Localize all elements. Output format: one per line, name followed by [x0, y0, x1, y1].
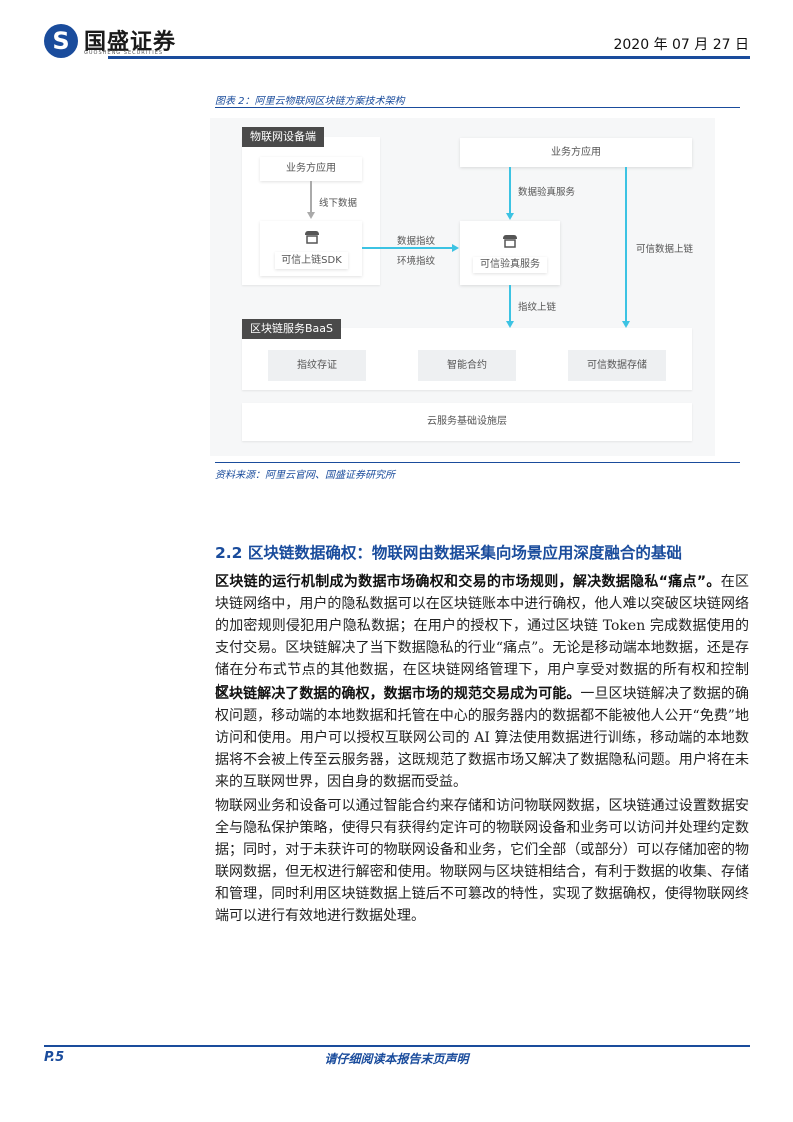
baas-item: 智能合约 [418, 350, 516, 381]
baas-item: 可信数据存储 [568, 350, 666, 381]
paragraph: 区块链解决了数据的确权，数据市场的规范交易成为可能。一旦区块链解决了数据的确权问… [215, 683, 749, 793]
arrow-line [509, 285, 511, 322]
paragraph: 物联网业务和设备可以通过智能合约来存储和访问物联网数据，区块链通过设置数据安全与… [215, 795, 749, 927]
store-icon [305, 231, 319, 244]
trusted-upload-label: 可信数据上链 [636, 244, 694, 255]
biz-app-left: 业务方应用 [260, 157, 362, 181]
verify-box [460, 221, 560, 285]
arrow-head [307, 212, 315, 219]
arrow-line [310, 181, 312, 213]
figure-caption: 图表 2：阿里云物联网区块链方案技术架构 [215, 96, 405, 107]
source-divider [215, 462, 740, 463]
offline-data-label: 线下数据 [319, 198, 358, 209]
footer-disclaimer: 请仔细阅读本报告末页声明 [324, 1052, 469, 1066]
footer-divider [44, 1045, 750, 1047]
paragraph-body: 在区块链网络中，用户的隐私数据可以在区块链账本中进行确权，他人难以突破区块链网络… [215, 574, 750, 700]
figure-source: 资料来源：阿里云官网、国盛证券研究所 [215, 470, 395, 481]
logo-icon [44, 24, 78, 58]
baas-tag: 区块链服务BaaS [242, 319, 342, 339]
arrow-head [622, 321, 630, 328]
paragraph-lead: 区块链解决了数据的确权，数据市场的规范交易成为可能。 [215, 686, 581, 702]
fingerprint-upload-label: 指纹上链 [518, 302, 557, 313]
arrow-line [509, 167, 511, 214]
verify-label: 可信验真服务 [473, 257, 547, 273]
arrow-head [452, 244, 459, 252]
arrow-line [625, 167, 627, 322]
data-verify-label: 数据验真服务 [518, 187, 576, 198]
header-divider [108, 56, 750, 59]
report-date: 2020 年 07 月 27 日 [613, 37, 749, 53]
paragraph-body: 物联网业务和设备可以通过智能合约来存储和访问物联网数据，区块链通过设置数据安全与… [215, 798, 749, 924]
cloud-layer: 云服务基础设施层 [242, 403, 692, 441]
env-fingerprint-label: 环境指纹 [397, 256, 436, 267]
device-side-tag: 物联网设备端 [242, 127, 324, 147]
caption-divider [215, 107, 740, 108]
biz-app-right: 业务方应用 [460, 138, 692, 167]
arrow-head [506, 321, 514, 328]
arrow-head [506, 213, 514, 220]
sdk-label: 可信上链SDK [275, 252, 348, 269]
baas-item: 指纹存证 [268, 350, 366, 381]
store-icon [503, 235, 517, 248]
paragraph-lead: 区块链的运行机制成为数据市场确权和交易的市场规则，解决数据隐私“痛点”。 [215, 574, 721, 590]
arrow-line [362, 247, 452, 249]
data-fingerprint-label: 数据指纹 [397, 236, 436, 247]
section-title: 2.2 区块链数据确权：物联网由数据采集向场景应用深度融合的基础 [215, 544, 682, 562]
